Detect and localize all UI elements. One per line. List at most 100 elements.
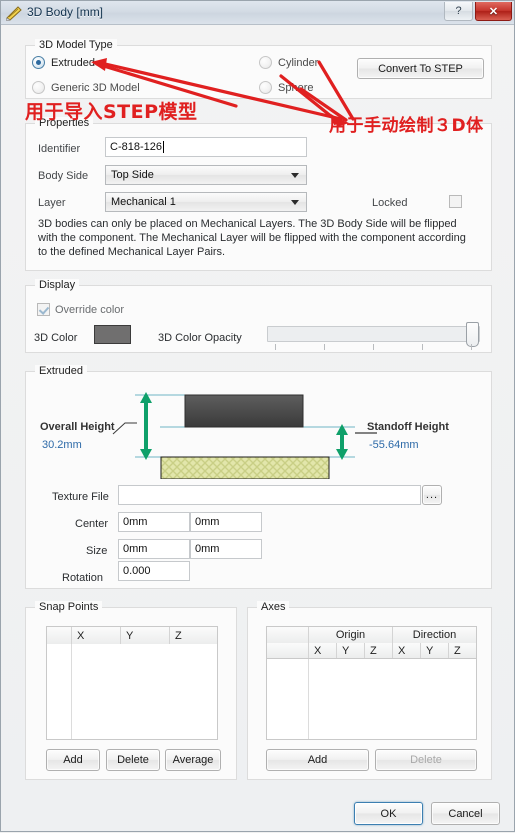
size-y-input[interactable]: 0mm: [190, 539, 262, 559]
title-bar: 3D Body [mm] ? ✕: [1, 1, 514, 25]
standoff-height-label: Standoff Height: [367, 421, 449, 433]
ok-button[interactable]: OK: [354, 802, 423, 825]
snap-col-y: Y: [121, 627, 170, 644]
axes-sub-origin-z: Z: [365, 643, 393, 658]
model-type-group-title: 3D Model Type: [35, 39, 117, 51]
axes-sub-direction-z: Z: [454, 644, 461, 657]
snap-points-table[interactable]: X Y Z: [46, 626, 218, 740]
body-side-label: Body Side: [38, 170, 89, 182]
identifier-label: Identifier: [38, 143, 81, 155]
convert-to-step-button[interactable]: Convert To STEP: [357, 58, 484, 79]
axes-col-direction: Direction: [412, 629, 457, 641]
center-x-value: 0mm: [123, 516, 148, 528]
cancel-button[interactable]: Cancel: [431, 802, 500, 825]
snap-col-blank: [47, 627, 72, 644]
override-color-label: Override color: [55, 304, 125, 316]
slider-tick: [324, 344, 325, 350]
dialog-window: 3D Body [mm] ? ✕ 3D Model Type Extruded …: [0, 0, 515, 832]
body-side-dropdown[interactable]: Top Side: [105, 165, 307, 185]
snap-col-z: Z: [175, 629, 182, 642]
opacity-slider-thumb[interactable]: [466, 322, 479, 347]
slider-tick: [422, 344, 423, 350]
center-x-input[interactable]: 0mm: [118, 512, 190, 532]
axes-col-origin: Origin: [309, 627, 393, 643]
radio-label-sphere: Sphere: [278, 81, 314, 94]
standoff-height-value[interactable]: -55.64mm: [369, 439, 419, 451]
size-x-value: 0mm: [123, 543, 148, 555]
axes-delete-button: Delete: [375, 749, 477, 771]
snap-delete-button[interactable]: Delete: [106, 749, 160, 771]
rotation-label: Rotation: [62, 572, 103, 584]
slider-tick: [373, 344, 374, 350]
locked-label: Locked: [372, 197, 408, 209]
slider-tick: [275, 344, 276, 350]
snap-points-group-title: Snap Points: [35, 601, 103, 613]
override-color-checkbox[interactable]: [37, 303, 50, 316]
text-caret: [162, 141, 164, 153]
axes-table-header-top: Origin Direction: [267, 627, 476, 644]
radio-generic-3d-model[interactable]: Generic 3D Model: [32, 81, 140, 94]
radio-dot-extruded: [32, 56, 45, 69]
body-side-value: Top Side: [111, 169, 154, 181]
radio-label-cylinder: Cylinder: [278, 56, 319, 69]
radio-dot-generic-3d-model: [32, 81, 45, 94]
layer-value: Mechanical 1: [111, 196, 176, 208]
texture-file-label: Texture File: [52, 491, 109, 503]
axes-sub-origin-y: Y: [337, 643, 365, 658]
size-label: Size: [86, 545, 108, 557]
annotation-right-text: 用于手动绘制３D体: [329, 116, 484, 136]
axes-table[interactable]: Origin Direction X Y Z X Y Z: [266, 626, 477, 740]
axes-sub-direction-x: X: [393, 643, 421, 658]
snap-points-table-body: [47, 644, 217, 739]
radio-dot-cylinder: [259, 56, 272, 69]
center-y-value: 0mm: [195, 516, 220, 528]
identifier-value: C-818-126: [110, 141, 162, 153]
slider-tick: [471, 344, 472, 350]
size-y-value: 0mm: [195, 543, 220, 555]
rotation-value: 0.000: [123, 565, 151, 577]
axes-sub-origin-x: X: [309, 643, 337, 658]
snap-col-x: X: [72, 627, 121, 644]
snap-add-button[interactable]: Add: [46, 749, 100, 771]
radio-dot-sphere: [259, 81, 272, 94]
axes-table-body: [267, 659, 476, 739]
center-label: Center: [75, 518, 109, 530]
chevron-down-icon: [291, 200, 299, 205]
locked-checkbox[interactable]: [449, 195, 462, 208]
help-button[interactable]: ?: [444, 2, 473, 21]
axes-table-header-sub: X Y Z X Y Z: [267, 643, 476, 659]
axes-col-blank: [267, 627, 309, 643]
extruded-group-title: Extruded: [35, 365, 88, 377]
3d-body-icon: [6, 6, 22, 21]
opacity-slider-track[interactable]: [267, 326, 480, 342]
snap-points-table-header: X Y Z: [47, 627, 217, 645]
annotation-left-text: 用于导入STEP模型: [25, 101, 198, 123]
axes-sub-direction-y: Y: [421, 643, 449, 658]
center-y-input[interactable]: 0mm: [190, 512, 262, 532]
radio-label-extruded: Extruded: [51, 56, 96, 69]
overall-height-value[interactable]: 30.2mm: [42, 439, 82, 451]
axes-add-button[interactable]: Add: [266, 749, 369, 771]
display-group-title: Display: [35, 279, 80, 291]
layer-label: Layer: [38, 197, 66, 209]
snap-average-button[interactable]: Average: [165, 749, 221, 771]
rotation-input[interactable]: 0.000: [118, 561, 190, 581]
properties-note: 3D bodies can only be placed on Mechanic…: [38, 218, 466, 258]
identifier-input[interactable]: C-818-126: [105, 137, 307, 157]
size-x-input[interactable]: 0mm: [118, 539, 190, 559]
texture-file-input[interactable]: [118, 485, 421, 505]
axes-group-title: Axes: [257, 601, 290, 613]
axes-sub-blank: [267, 643, 309, 658]
close-button[interactable]: ✕: [475, 2, 512, 21]
window-title: 3D Body [mm]: [27, 5, 104, 19]
radio-sphere[interactable]: Sphere: [259, 81, 313, 94]
layer-dropdown[interactable]: Mechanical 1: [105, 192, 307, 212]
texture-file-browse-button[interactable]: ...: [422, 485, 442, 505]
opacity-label: 3D Color Opacity: [158, 332, 242, 344]
overall-height-label: Overall Height: [40, 421, 115, 433]
chevron-down-icon: [291, 173, 299, 178]
radio-label-generic-3d-model: Generic 3D Model: [51, 81, 140, 94]
radio-extruded[interactable]: Extruded: [32, 56, 95, 69]
radio-cylinder[interactable]: Cylinder: [259, 56, 318, 69]
color-swatch[interactable]: [94, 325, 131, 344]
